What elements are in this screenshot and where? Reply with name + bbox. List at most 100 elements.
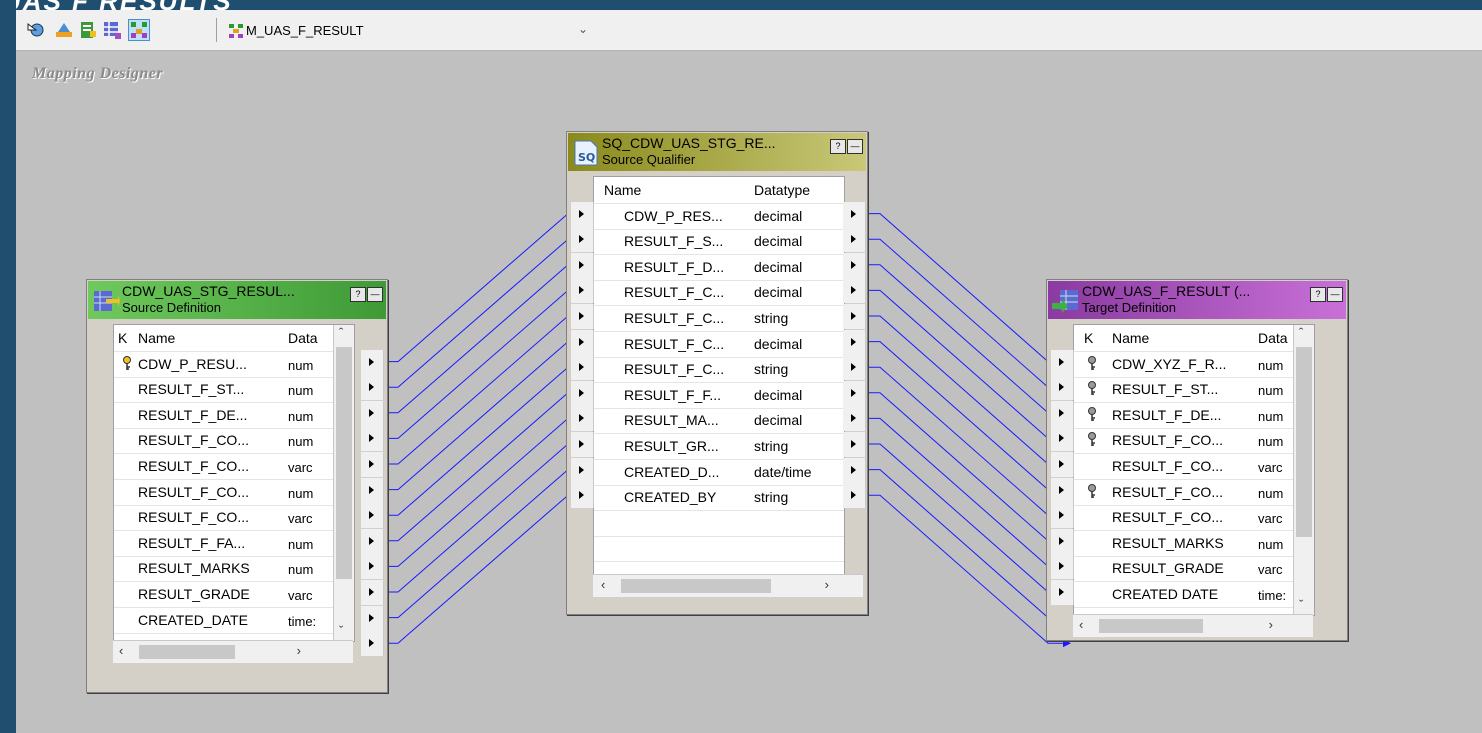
scrollbar-thumb[interactable]: [336, 347, 352, 579]
table-row[interactable]: RESULT_F_CO... varc: [114, 504, 354, 532]
scroll-left-icon[interactable]: ‹: [119, 643, 123, 658]
link-qualifier-to-target[interactable]: [866, 443, 1071, 596]
port-connector[interactable]: [1051, 503, 1074, 529]
target-definition-transformation[interactable]: CDW_UAS_F_RESULT (... Target Definition …: [1046, 279, 1348, 641]
link-source-to-qualifier[interactable]: [384, 209, 591, 363]
source-definition-transformation[interactable]: CDW_UAS_STG_RESUL... Source Definition ?…: [86, 279, 388, 693]
table-row[interactable]: CDW_P_RESU... num: [114, 351, 354, 378]
port-connector[interactable]: [843, 432, 866, 457]
table-row[interactable]: RESULT_F_F... decimal: [594, 382, 844, 409]
port-connector[interactable]: [1051, 375, 1074, 401]
table-row[interactable]: RESULT_GR... string: [594, 433, 844, 460]
table-row[interactable]: RESULT_F_C... string: [594, 305, 844, 332]
mapping-designer-icon[interactable]: [128, 19, 150, 41]
transformation-developer-icon[interactable]: [102, 20, 122, 40]
table-row[interactable]: RESULT_F_CO... num: [1074, 479, 1314, 506]
scroll-right-icon[interactable]: ›: [297, 643, 301, 658]
port-connector[interactable]: [843, 252, 866, 278]
source-qualifier-header[interactable]: SQ SQ_CDW_UAS_STG_RE... Source Qualifier…: [568, 133, 866, 171]
source-definition-header[interactable]: CDW_UAS_STG_RESUL... Source Definition ?…: [88, 281, 386, 319]
port-connector[interactable]: [843, 304, 866, 329]
link-qualifier-to-target[interactable]: [866, 315, 1071, 468]
link-qualifier-to-target[interactable]: [866, 366, 1071, 520]
table-row[interactable]: RESULT_F_CO... num: [114, 479, 354, 506]
table-row[interactable]: RESULT_F_S... decimal: [594, 228, 844, 256]
port-connector[interactable]: [571, 278, 594, 304]
port-connector[interactable]: [1051, 528, 1074, 554]
scroll-down-icon[interactable]: ˇ: [1299, 597, 1303, 612]
link-source-to-qualifier[interactable]: [384, 363, 591, 516]
table-row[interactable]: RESULT_MARKS num: [114, 555, 354, 583]
scrollbar-thumb[interactable]: [139, 645, 235, 659]
table-row[interactable]: CDW_P_RES... decimal: [594, 203, 844, 230]
port-connector[interactable]: [1051, 452, 1074, 477]
port-connector[interactable]: [361, 631, 384, 657]
port-connector[interactable]: [571, 227, 594, 253]
scrollbar-thumb[interactable]: [621, 579, 771, 593]
scroll-down-icon[interactable]: ˇ: [339, 623, 343, 638]
port-connector[interactable]: [571, 201, 594, 227]
table-row[interactable]: RESULT_F_DE... num: [1074, 402, 1314, 429]
port-connector[interactable]: [571, 483, 594, 509]
link-qualifier-to-target[interactable]: [866, 469, 1071, 622]
minimize-button[interactable]: —: [847, 139, 863, 154]
scroll-up-icon[interactable]: ˆ: [339, 325, 343, 340]
table-row[interactable]: RESULT_F_CO... varc: [1074, 504, 1314, 532]
port-connector[interactable]: [361, 503, 384, 529]
table-row[interactable]: RESULT_GRADE varc: [1074, 555, 1314, 583]
scrollbar-thumb[interactable]: [1296, 347, 1312, 537]
link-qualifier-to-target[interactable]: [866, 238, 1071, 392]
table-row[interactable]: CREATED DATE time:: [1074, 581, 1314, 608]
port-connector[interactable]: [361, 375, 384, 401]
port-connector[interactable]: [1051, 349, 1074, 375]
port-connector[interactable]: [361, 528, 384, 554]
port-connector[interactable]: [361, 605, 384, 631]
port-connector[interactable]: [1051, 477, 1074, 503]
table-row[interactable]: RESULT_F_FA... num: [114, 530, 354, 557]
port-connector[interactable]: [1051, 554, 1074, 580]
port-connector[interactable]: [571, 329, 594, 355]
scroll-left-icon[interactable]: ‹: [601, 577, 605, 592]
link-qualifier-to-target[interactable]: [866, 213, 1071, 366]
table-row[interactable]: CREATED_DATE time:: [114, 607, 354, 634]
port-connector[interactable]: [361, 580, 384, 605]
port-connector[interactable]: [1051, 400, 1074, 426]
link-qualifier-to-target[interactable]: [866, 289, 1071, 443]
port-connector[interactable]: [843, 406, 866, 432]
link-source-to-qualifier[interactable]: [384, 388, 591, 542]
port-connector[interactable]: [361, 452, 384, 477]
chevron-down-icon[interactable]: ⌄: [578, 22, 588, 36]
port-connector[interactable]: [1051, 580, 1074, 605]
table-row[interactable]: RESULT_F_CO... varc: [114, 453, 354, 480]
minimize-button[interactable]: —: [367, 287, 383, 302]
port-connector[interactable]: [571, 406, 594, 432]
table-row[interactable]: RESULT_F_CO... num: [1074, 427, 1314, 455]
table-row[interactable]: RESULT_F_CO... num: [114, 427, 354, 455]
port-connector[interactable]: [571, 304, 594, 329]
scroll-left-icon[interactable]: ‹: [1079, 617, 1083, 632]
table-row[interactable]: RESULT_MA... decimal: [594, 407, 844, 435]
source-analyzer-icon[interactable]: [54, 20, 74, 40]
minimize-button[interactable]: —: [1327, 287, 1343, 302]
source-qualifier-transformation[interactable]: SQ SQ_CDW_UAS_STG_RE... Source Qualifier…: [566, 131, 868, 615]
port-connector[interactable]: [361, 400, 384, 426]
table-row[interactable]: CREATED_D... date/time: [594, 459, 844, 486]
link-source-to-qualifier[interactable]: [384, 235, 591, 388]
port-connector[interactable]: [843, 329, 866, 355]
arrange-icon[interactable]: [26, 20, 46, 40]
port-connector[interactable]: [361, 349, 384, 375]
scroll-up-icon[interactable]: ˆ: [1299, 325, 1303, 340]
port-connector[interactable]: [843, 355, 866, 381]
port-connector[interactable]: [843, 483, 866, 509]
table-row[interactable]: RESULT_F_C... string: [594, 356, 844, 384]
link-qualifier-to-target[interactable]: [866, 392, 1071, 545]
link-qualifier-to-target[interactable]: [866, 494, 1071, 648]
link-source-to-qualifier[interactable]: [384, 286, 591, 439]
help-button[interactable]: ?: [350, 287, 366, 302]
table-row[interactable]: RESULT_F_C... decimal: [594, 331, 844, 358]
mapping-selector[interactable]: M_UAS_F_RESULT ⌄: [228, 22, 594, 40]
port-connector[interactable]: [571, 432, 594, 457]
table-row[interactable]: RESULT_F_CO... varc: [1074, 453, 1314, 480]
vertical-scrollbar[interactable]: ˆ ˇ: [1293, 325, 1314, 614]
vertical-scrollbar[interactable]: ˆ ˇ: [333, 325, 354, 640]
